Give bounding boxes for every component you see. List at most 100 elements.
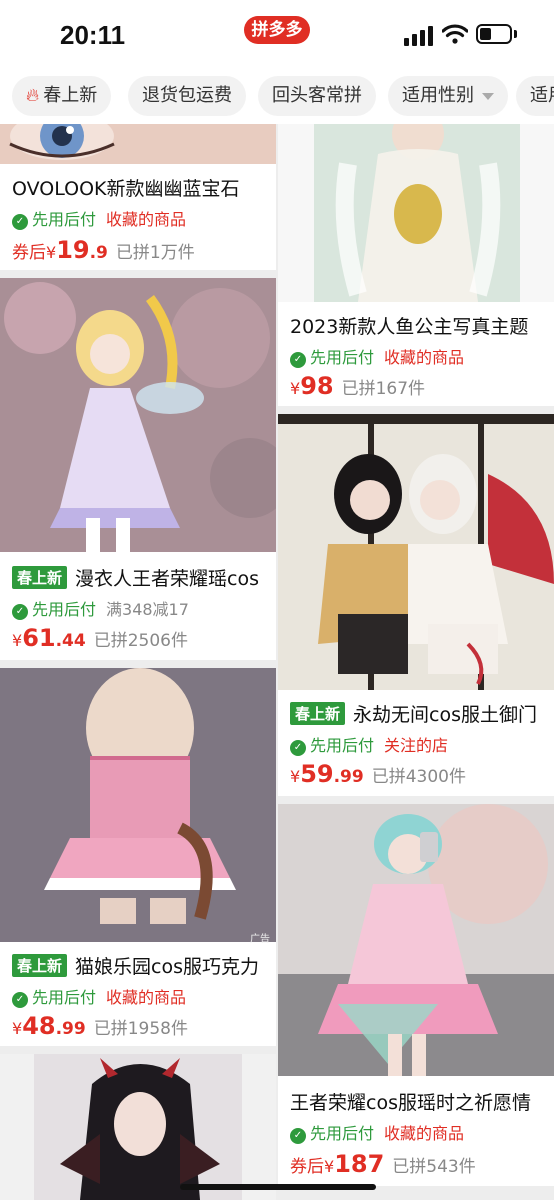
- price-decimal: .44: [55, 631, 86, 651]
- product-card[interactable]: 王者荣耀cos服瑶时之祈愿情 ✓ 先用后付 收藏的商品 券后¥187 已拼543件: [278, 804, 554, 1186]
- product-card[interactable]: 春上新 漫衣人王者荣耀瑶cos ✓ 先用后付 满348减17 ¥61.44 已拼2506…: [0, 278, 276, 660]
- pay-later-label: 先用后付: [32, 988, 97, 1007]
- filter-chip-gender[interactable]: 适用性别: [388, 76, 508, 116]
- product-image: [0, 278, 276, 552]
- discount-tag: 满348减17: [106, 600, 189, 619]
- battery-icon: [476, 24, 512, 44]
- sold-count: 已拼2506件: [93, 631, 188, 651]
- product-card[interactable]: 2023新款人鱼公主写真主题 ✓ 先用后付 收藏的商品 ¥98 已拼167件: [278, 124, 554, 406]
- battery-tip: [514, 30, 517, 38]
- product-tag: 收藏的商品: [106, 210, 187, 229]
- title-text: OVOLOOK新款幽幽蓝宝石: [12, 178, 240, 200]
- filter-chip-more[interactable]: 适用: [516, 76, 554, 116]
- price-row: ¥48.99 已拼1958件: [12, 1012, 188, 1040]
- pay-later-icon: ✓: [290, 740, 306, 756]
- price-row: ¥98 已拼167件: [290, 372, 425, 400]
- pay-later-label: 先用后付: [310, 1124, 375, 1143]
- filter-bar: 🔥︎春上新 退货包运费 回头客常拼 适用性别 适用: [0, 72, 554, 124]
- filter-label: 春上新: [43, 85, 98, 106]
- clock: 20:11: [60, 20, 126, 50]
- product-image: [0, 1054, 276, 1200]
- coupon-prefix: 券后: [12, 243, 46, 263]
- price-integer: 19: [56, 236, 90, 264]
- ad-label: 广告: [250, 934, 270, 945]
- title-text: 猫娘乐园cos服巧克力: [75, 956, 259, 978]
- product-image: [278, 414, 554, 690]
- filter-chip-repeat-buyers[interactable]: 回头客常拼: [258, 76, 376, 116]
- service-row: ✓ 先用后付 收藏的商品: [290, 344, 464, 368]
- product-tag: 收藏的商品: [106, 988, 187, 1007]
- status-bar: 20:11 拼多多: [0, 0, 554, 72]
- product-title: 王者荣耀cos服瑶时之祈愿情: [290, 1088, 546, 1115]
- pay-later-label: 先用后付: [310, 348, 375, 367]
- currency-symbol: ¥: [12, 631, 23, 650]
- home-indicator[interactable]: [180, 1184, 376, 1190]
- filter-label: 适用性别: [402, 85, 474, 106]
- product-card[interactable]: OVOLOOK新款幽幽蓝宝石 ✓ 先用后付 收藏的商品 券后¥19.9 已拼1万件: [0, 124, 276, 270]
- pay-later-icon: ✓: [290, 352, 306, 368]
- app-indicator-pill[interactable]: 拼多多: [244, 16, 310, 44]
- product-tag: 收藏的商品: [384, 1124, 465, 1143]
- sold-count: 已拼1万件: [115, 243, 195, 263]
- price-integer: 59: [300, 760, 334, 788]
- currency-symbol: ¥: [46, 243, 57, 262]
- product-image: [0, 668, 276, 942]
- cellular-signal-icon: [404, 26, 433, 46]
- price-integer: 48: [22, 1012, 56, 1040]
- product-title: 春上新 永劫无间cos服土御门: [290, 700, 546, 727]
- product-title: OVOLOOK新款幽幽蓝宝石: [12, 174, 268, 201]
- spring-new-badge: 春上新: [290, 702, 346, 725]
- pay-later-label: 先用后付: [310, 736, 375, 755]
- wifi-icon: [442, 24, 468, 44]
- currency-symbol: ¥: [290, 379, 301, 398]
- filter-chip-spring-new[interactable]: 🔥︎ 春上新: [12, 76, 112, 116]
- sold-count: 已拼543件: [392, 1157, 476, 1177]
- pay-later-icon: ✓: [290, 1128, 306, 1144]
- spring-new-badge: 春上新: [12, 954, 68, 977]
- product-title: 春上新 漫衣人王者荣耀瑶cos: [12, 564, 268, 591]
- coupon-prefix: 券后: [290, 1157, 324, 1177]
- title-text: 王者荣耀cos服瑶时之祈愿情: [290, 1092, 531, 1114]
- product-card[interactable]: 广告 春上新 猫娘乐园cos服巧克力 ✓ 先用后付 收藏的商品 ¥48.99 已拼195…: [0, 668, 276, 1046]
- currency-symbol: ¥: [324, 1157, 335, 1176]
- currency-symbol: ¥: [12, 1019, 23, 1038]
- title-text: 永劫无间cos服土御门: [353, 704, 537, 726]
- title-text: 漫衣人王者荣耀瑶cos: [75, 568, 259, 590]
- price-row: ¥61.44 已拼2506件: [12, 624, 188, 652]
- product-card[interactable]: 春上新 永劫无间cos服土御门 ✓ 先用后付 关注的店 ¥59.99 已拼4300件: [278, 414, 554, 796]
- service-row: ✓ 先用后付 收藏的商品: [12, 206, 186, 230]
- filter-label: 回头客常拼: [272, 85, 362, 106]
- currency-symbol: ¥: [290, 767, 301, 786]
- product-title: 春上新 猫娘乐园cos服巧克力: [12, 952, 268, 979]
- price-row: 券后¥19.9 已拼1万件: [12, 236, 195, 264]
- pay-later-icon: ✓: [12, 604, 28, 620]
- sold-count: 已拼167件: [341, 379, 426, 399]
- service-row: ✓ 先用后付 收藏的商品: [290, 1120, 464, 1144]
- price-integer: 61: [22, 624, 56, 652]
- product-card[interactable]: [0, 1054, 276, 1200]
- pay-later-icon: ✓: [12, 214, 28, 230]
- product-image: [278, 804, 554, 1076]
- spring-new-badge: 春上新: [12, 566, 68, 589]
- filter-label: 退货包运费: [142, 85, 232, 106]
- filter-label: 适用: [530, 85, 554, 106]
- price-decimal: .99: [55, 1019, 86, 1039]
- service-row: ✓ 先用后付 关注的店: [290, 732, 448, 756]
- product-tag: 关注的店: [384, 736, 449, 755]
- product-title: 2023新款人鱼公主写真主题: [290, 312, 546, 339]
- filter-chip-free-return[interactable]: 退货包运费: [128, 76, 246, 116]
- product-image: [0, 124, 276, 164]
- price-decimal: .99: [333, 767, 364, 787]
- product-image: [278, 124, 554, 302]
- price-integer: 187: [334, 1150, 385, 1178]
- title-text: 2023新款人鱼公主写真主题: [290, 316, 529, 338]
- product-tag: 收藏的商品: [384, 348, 465, 367]
- price-decimal: .9: [89, 243, 108, 263]
- service-row: ✓ 先用后付 满348减17: [12, 596, 189, 620]
- pay-later-label: 先用后付: [32, 600, 97, 619]
- price-integer: 98: [300, 372, 334, 400]
- flame-icon: 🔥︎: [26, 85, 40, 106]
- price-row: 券后¥187 已拼543件: [290, 1150, 476, 1178]
- service-row: ✓ 先用后付 收藏的商品: [12, 984, 186, 1008]
- sold-count: 已拼4300件: [371, 767, 466, 787]
